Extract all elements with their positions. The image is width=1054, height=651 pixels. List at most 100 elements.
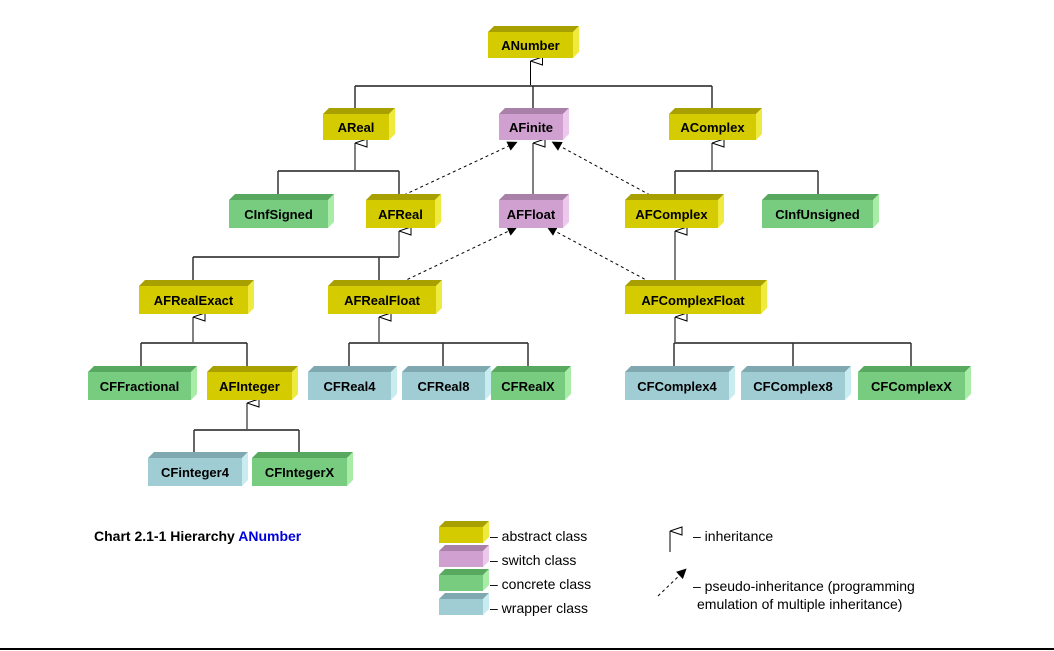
- legend-label: – abstract class: [490, 528, 587, 544]
- legend-item-switch: – switch class: [439, 545, 576, 568]
- class-node-label: AFFloat: [507, 207, 556, 222]
- box-top-face: [328, 280, 442, 286]
- box-top-face: [625, 194, 724, 200]
- class-node-afinteger[interactable]: AFInteger: [207, 366, 298, 400]
- class-node-cfinteger4[interactable]: CFinteger4: [148, 452, 248, 486]
- class-node-label: CFRealX: [501, 379, 555, 394]
- class-node-afinite[interactable]: AFinite: [499, 108, 569, 140]
- class-node-label: CInfUnsigned: [775, 207, 860, 222]
- legend-classes: – abstract class – switch class – concrete…: [439, 521, 591, 616]
- pseudo-inheritance-arrow-icon: [657, 568, 687, 597]
- class-node-afrealfloat[interactable]: AFRealFloat: [328, 280, 442, 314]
- inheritance-edge-group: [673, 317, 912, 369]
- class-node-label: CFReal8: [417, 379, 469, 394]
- box-top-face: [762, 194, 879, 200]
- legend-label: – wrapper class: [490, 600, 588, 616]
- box-side-face: [191, 366, 197, 400]
- box-top-face: [499, 194, 569, 200]
- box-side-face: [347, 452, 353, 486]
- class-node-label: AFRealFloat: [344, 293, 421, 308]
- class-node-afreal[interactable]: AFReal: [366, 194, 441, 228]
- class-hierarchy-diagram: ANumber AReal AFinite AComplex CInfSigned AFR…: [88, 26, 971, 616]
- class-node-cfrealx[interactable]: CFRealX: [491, 366, 571, 400]
- legend-pseudo-inheritance: – pseudo-inheritance (programming emulat…: [657, 568, 915, 612]
- pseudo-inheritance-arrow: [401, 226, 518, 283]
- pseudo-inheritance-arrow: [403, 141, 518, 196]
- legend-label: – concrete class: [490, 576, 591, 592]
- box-side-face: [435, 194, 441, 228]
- box-side-face: [485, 366, 491, 400]
- box-side-face: [761, 280, 767, 314]
- inheritance-edge-group: [277, 143, 400, 197]
- box-top-face: [439, 545, 489, 551]
- class-node-cinfsigned[interactable]: CInfSigned: [229, 194, 334, 228]
- caption-prefix: Chart 2.1-1 Hierarchy: [94, 528, 238, 544]
- box-top-face: [402, 366, 491, 372]
- box-top-face: [308, 366, 397, 372]
- class-node-cfcomplex4[interactable]: CFComplex4: [625, 366, 735, 400]
- box-front-face: [439, 575, 483, 591]
- class-node-label: AFInteger: [219, 379, 280, 394]
- class-node-cffractional[interactable]: CFFractional: [88, 366, 197, 400]
- class-node-label: CFinteger4: [161, 465, 230, 480]
- class-node-label: AFReal: [378, 207, 423, 222]
- bottom-divider: [0, 648, 1054, 650]
- class-node-cinfunsigned[interactable]: CInfUnsigned: [762, 194, 879, 228]
- class-node-label: AComplex: [680, 120, 745, 135]
- class-node-label: AFComplex: [635, 207, 708, 222]
- legend-swatch-abstract: [439, 521, 489, 543]
- box-top-face: [323, 108, 395, 114]
- class-node-label: CFComplexX: [871, 379, 952, 394]
- box-side-face: [965, 366, 971, 400]
- box-side-face: [565, 366, 571, 400]
- box-top-face: [439, 569, 489, 575]
- box-top-face: [229, 194, 334, 200]
- class-node-label: AFinite: [509, 120, 553, 135]
- legend-item-wrapper: – wrapper class: [439, 593, 588, 616]
- class-node-label: CInfSigned: [244, 207, 313, 222]
- box-side-face: [873, 194, 879, 228]
- class-node-anumber[interactable]: ANumber: [488, 26, 579, 58]
- box-top-face: [439, 521, 489, 527]
- class-node-label: ANumber: [501, 38, 560, 53]
- class-node-label: CFIntegerX: [265, 465, 335, 480]
- box-top-face: [148, 452, 248, 458]
- box-side-face: [845, 366, 851, 400]
- box-side-face: [436, 280, 442, 314]
- box-side-face: [248, 280, 254, 314]
- inheritance-edge-group: [354, 61, 713, 111]
- legend-item-concrete: – concrete class: [439, 569, 591, 592]
- class-node-label: CFReal4: [323, 379, 376, 394]
- box-top-face: [252, 452, 353, 458]
- pseudo-inheritance-arrow: [551, 141, 651, 196]
- box-side-face: [242, 452, 248, 486]
- legend: – abstract class – switch class – concrete…: [439, 521, 915, 616]
- class-node-areal[interactable]: AReal: [323, 108, 395, 140]
- legend-pseudo-label-2: emulation of multiple inheritance): [697, 596, 902, 612]
- class-node-affloat[interactable]: AFFloat: [499, 194, 569, 228]
- class-node-cfcomplex8[interactable]: CFComplex8: [741, 366, 851, 400]
- legend-pseudo-label-1: – pseudo-inheritance (programming: [693, 578, 915, 594]
- legend-swatch-switch: [439, 545, 489, 567]
- legend-label: – switch class: [490, 552, 576, 568]
- class-node-cfcomplexx[interactable]: CFComplexX: [858, 366, 971, 400]
- box-top-face: [625, 366, 735, 372]
- box-top-face: [207, 366, 298, 372]
- class-node-afrealexact[interactable]: AFRealExact: [139, 280, 254, 314]
- box-top-face: [488, 26, 579, 32]
- box-top-face: [499, 108, 569, 114]
- class-node-cfreal8[interactable]: CFReal8: [402, 366, 491, 400]
- box-top-face: [741, 366, 851, 372]
- class-node-label: AReal: [338, 120, 375, 135]
- caption-accent: ANumber: [238, 528, 302, 544]
- class-node-afcomplex[interactable]: AFComplex: [625, 194, 724, 228]
- chart-caption: Chart 2.1-1 Hierarchy ANumber: [94, 528, 302, 544]
- inheritance-edge-group: [140, 317, 248, 369]
- class-node-cfintegerx[interactable]: CFIntegerX: [252, 452, 353, 486]
- class-node-afcomplexfloat[interactable]: AFComplexFloat: [625, 280, 767, 314]
- box-front-face: [439, 599, 483, 615]
- class-node-acomplex[interactable]: AComplex: [669, 108, 762, 140]
- class-node-cfreal4[interactable]: CFReal4: [308, 366, 397, 400]
- class-node-label: CFComplex8: [753, 379, 832, 394]
- inheritance-edge-group: [674, 143, 819, 197]
